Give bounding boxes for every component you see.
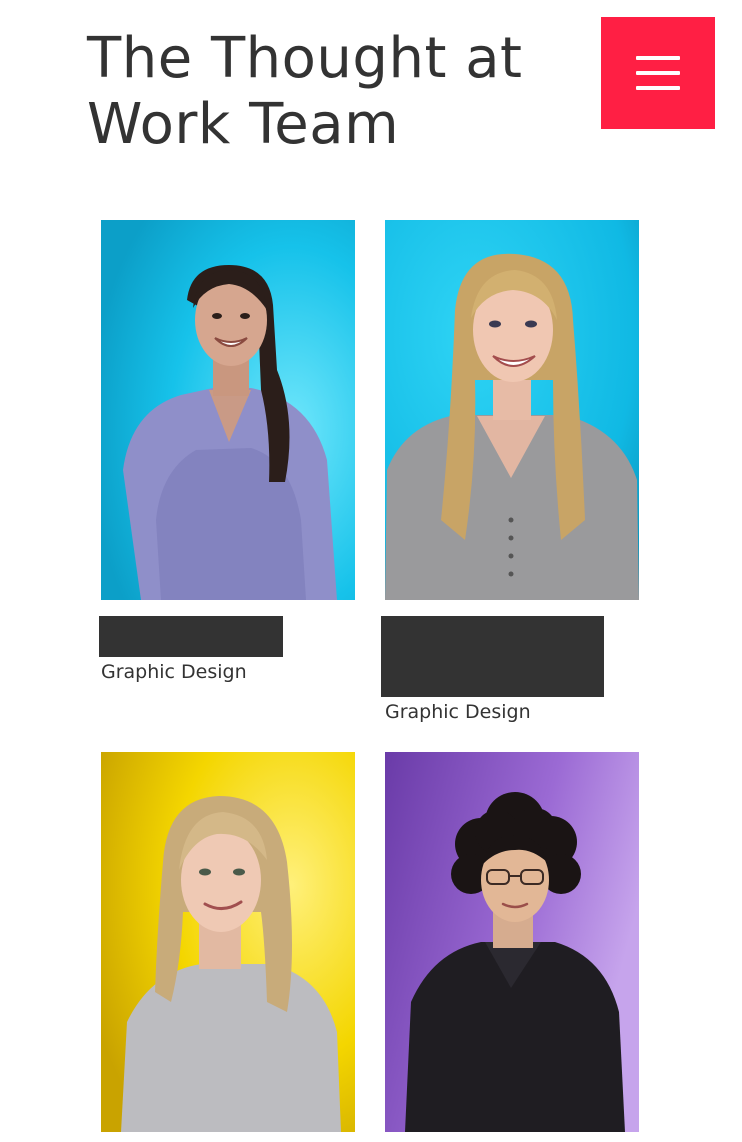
team-page: The Thought at Work Team Graphic Design … <box>0 0 742 1142</box>
team-member-photo[interactable] <box>101 220 355 600</box>
team-member-role: Graphic Design <box>385 701 531 723</box>
menu-button[interactable] <box>601 17 715 129</box>
team-member-card[interactable]: Graphic Design <box>381 220 639 730</box>
page-title: The Thought at Work Team <box>87 26 523 157</box>
team-member-card[interactable] <box>385 752 639 1132</box>
team-member-name-redacted <box>99 616 283 657</box>
team-member-photo[interactable] <box>101 752 355 1132</box>
team-member-name-redacted <box>381 616 604 697</box>
team-member-role: Graphic Design <box>101 661 247 683</box>
team-member-card[interactable]: Graphic Design <box>99 220 355 700</box>
team-member-card[interactable] <box>101 752 355 1132</box>
team-member-photo[interactable] <box>385 220 639 600</box>
team-member-photo[interactable] <box>385 752 639 1132</box>
